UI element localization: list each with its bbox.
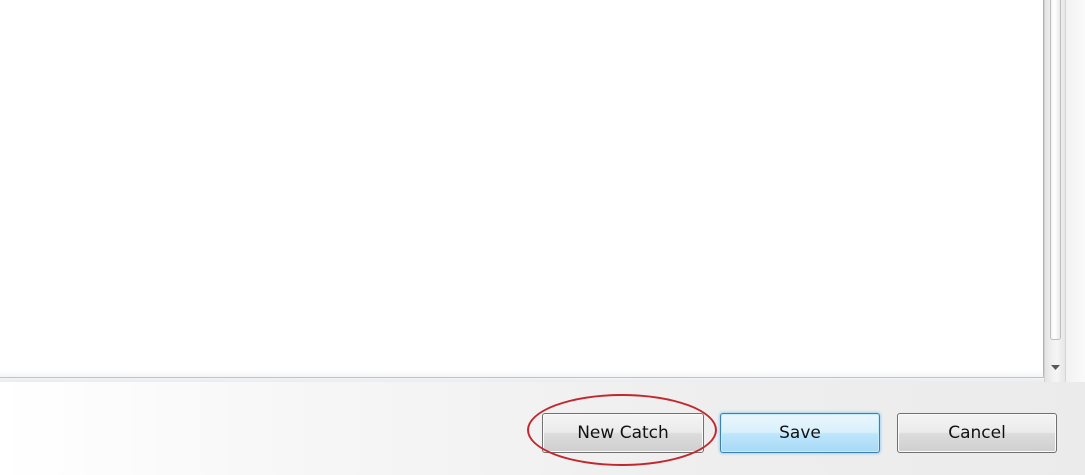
content-list-area[interactable]	[0, 0, 1044, 378]
scroll-down-button[interactable]	[1045, 357, 1065, 379]
scrollbar-thumb[interactable]	[1050, 0, 1061, 340]
vertical-scrollbar[interactable]	[1044, 0, 1066, 382]
dialog-window: New Catch Save Cancel	[0, 0, 1085, 475]
new-catch-button[interactable]: New Catch	[542, 413, 704, 453]
chevron-down-icon	[1050, 365, 1060, 370]
save-button[interactable]: Save	[720, 413, 880, 453]
cancel-button[interactable]: Cancel	[897, 413, 1057, 453]
